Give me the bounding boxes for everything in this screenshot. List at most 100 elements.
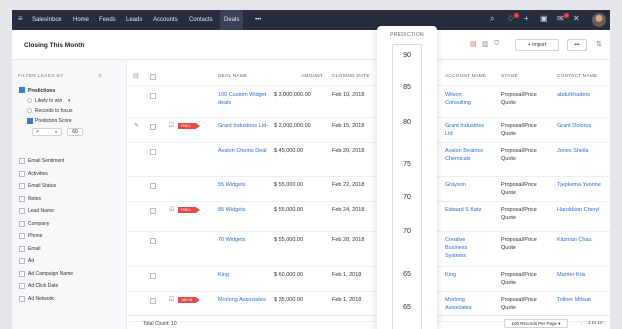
header-stage[interactable]: STAGE (501, 74, 518, 79)
account-name-link[interactable]: Wilson Consulting (445, 91, 485, 107)
row-checkbox[interactable] (150, 238, 156, 244)
prediction-score-checkbox[interactable] (27, 118, 33, 124)
account-name-link[interactable]: King (445, 271, 485, 279)
search-icon[interactable]: ⌕ (98, 71, 102, 81)
nav-feeds[interactable]: Feeds (99, 10, 116, 30)
mail-icon[interactable]: ✉ (557, 14, 564, 23)
predictions-checkbox[interactable] (19, 87, 25, 93)
filter-field-checkbox[interactable] (19, 183, 25, 189)
contact-name-link[interactable]: Tollner Mitsue (557, 296, 607, 304)
account-name-link[interactable]: Creative Business Systems (445, 236, 485, 260)
deal-amount: $ 35,000.00 (274, 297, 304, 303)
task-icon[interactable]: ☑ (169, 122, 174, 129)
list-view-icon[interactable]: ▤ (470, 40, 477, 48)
contact-name-link[interactable]: abdulkhaders (557, 91, 607, 99)
view-selector[interactable]: Closing This Month (24, 42, 84, 49)
filter-field-label: Email (28, 245, 41, 252)
more-actions-button[interactable]: ••• (567, 39, 587, 51)
contact-name-link[interactable]: Grant Doloros (557, 122, 607, 130)
header-amount[interactable]: AMOUNT (301, 74, 323, 79)
nav-leads[interactable]: Leads (126, 10, 142, 30)
edit-icon[interactable]: ✎ (134, 122, 139, 129)
filter-field-checkbox[interactable] (19, 258, 25, 264)
filter-field-checkbox[interactable] (19, 220, 25, 227)
header-account-name[interactable]: ACCOUNT NAME (445, 74, 486, 79)
chevron-down-icon[interactable]: ▾ (68, 98, 71, 104)
filter-field-checkbox[interactable] (19, 208, 25, 214)
row-divider (128, 291, 610, 292)
view-toolbar: Closing This Month ▾ ▤ ▥ ⛉ + Import ••• … (12, 30, 610, 60)
records-per-page-select[interactable]: 100 Records Per Page ▾ (504, 319, 568, 328)
filter-field-checkbox[interactable] (19, 245, 25, 252)
avatar[interactable] (592, 13, 606, 27)
score-value-input[interactable]: 60 (67, 128, 83, 136)
row-checkbox[interactable] (150, 298, 156, 304)
deal-name-link[interactable]: King (218, 271, 270, 279)
table-settings-icon[interactable]: ⊟ (133, 72, 139, 80)
row-checkbox[interactable] (150, 273, 156, 279)
task-icon[interactable]: ☑ (169, 206, 174, 213)
next-page-icon[interactable]: › (604, 321, 606, 327)
deal-name-link[interactable]: Grant Industries Ltd- (218, 122, 270, 130)
filter-field-checkbox[interactable] (19, 270, 25, 277)
deal-name-link[interactable]: 70 Widgets (218, 236, 270, 244)
prediction-score: 65 (403, 271, 411, 278)
row-checkbox[interactable] (150, 208, 156, 214)
plus-icon[interactable]: + (524, 14, 529, 23)
filter-field-checkbox[interactable] (19, 195, 25, 202)
closing-date: Feb 1, 2018 (332, 272, 362, 278)
filter-field-checkbox[interactable] (19, 158, 25, 164)
account-name-link[interactable]: Grayson (445, 181, 485, 189)
deal-name-link[interactable]: 55 Widgets (218, 181, 270, 189)
chevron-down-icon[interactable]: ▾ (82, 42, 85, 48)
nav-accounts[interactable]: Accounts (153, 10, 178, 30)
filter-field-checkbox[interactable] (19, 233, 25, 239)
account-name-link[interactable]: Morlong Associates (445, 296, 485, 312)
calendar-icon[interactable]: ▣ (540, 14, 548, 23)
deal-name-link[interactable]: 100 Custom Widget deals (218, 91, 270, 107)
row-checkbox[interactable] (150, 149, 156, 155)
row-checkbox[interactable] (150, 93, 156, 99)
nav-home[interactable]: Home (73, 10, 89, 30)
deal-name-link[interactable]: Morlong Associates (218, 296, 270, 304)
contact-name-link[interactable]: Haroldson Cheryl (557, 206, 607, 214)
search-icon[interactable]: ⌕ (490, 14, 494, 24)
likely-to-win-radio[interactable] (27, 98, 32, 103)
contact-name-link[interactable]: Kitzman Chau (557, 236, 607, 244)
filter-field-checkbox[interactable] (19, 283, 25, 289)
prev-page-icon[interactable]: ‹ (581, 321, 583, 327)
contact-name-link[interactable]: Jones Sheila (557, 147, 607, 155)
row-checkbox[interactable] (150, 124, 156, 130)
deal-name-link[interactable]: Avalon Chems Deal (218, 147, 270, 155)
nav-deals[interactable]: Deals (220, 10, 244, 30)
due-date-tag: FEB 1 (178, 123, 200, 129)
task-icon[interactable]: ☑ (169, 296, 174, 303)
sort-icon[interactable]: ⇅ (596, 40, 602, 48)
select-all-checkbox[interactable] (150, 74, 156, 80)
header-deal-name[interactable]: DEAL NAME (218, 74, 247, 79)
prediction-header[interactable]: PREDICTION (377, 32, 437, 38)
tools-icon[interactable]: ✕ (573, 14, 580, 23)
score-operator-select[interactable]: > (32, 128, 62, 136)
nav-more[interactable]: ••• (255, 10, 261, 30)
header-contact-name[interactable]: CONTACT NAME (557, 74, 597, 79)
account-name-link[interactable]: Edward S Katz (445, 206, 485, 214)
shield-icon[interactable]: ⛉ (494, 40, 499, 48)
row-checkbox[interactable] (150, 183, 156, 189)
app-name[interactable]: SalesInbox (32, 10, 62, 30)
account-name-link[interactable]: Grant Industries Ltd (445, 122, 485, 138)
contact-name-link[interactable]: Marrier Kris (557, 271, 607, 279)
records-to-focus-radio[interactable] (27, 108, 32, 113)
kanban-view-icon[interactable]: ▥ (482, 40, 489, 48)
nav-contacts[interactable]: Contacts (189, 10, 213, 30)
filter-field-checkbox[interactable] (19, 170, 25, 177)
deal-name-link[interactable]: 85 Widgets (218, 206, 270, 214)
header-closing-date[interactable]: CLOSING DATE (332, 74, 370, 79)
contact-name-link[interactable]: Tjepkema Yvonne (557, 181, 607, 189)
import-button[interactable]: + Import (515, 39, 559, 51)
account-name-link[interactable]: Avalon Beatrice Chemicals (445, 147, 485, 163)
stage-value: Proposal/Price Quote (501, 92, 537, 106)
hamburger-icon[interactable]: ≡ (18, 14, 23, 23)
closing-date: Feb 20, 2018 (332, 148, 365, 154)
filter-field-checkbox[interactable] (19, 295, 25, 302)
